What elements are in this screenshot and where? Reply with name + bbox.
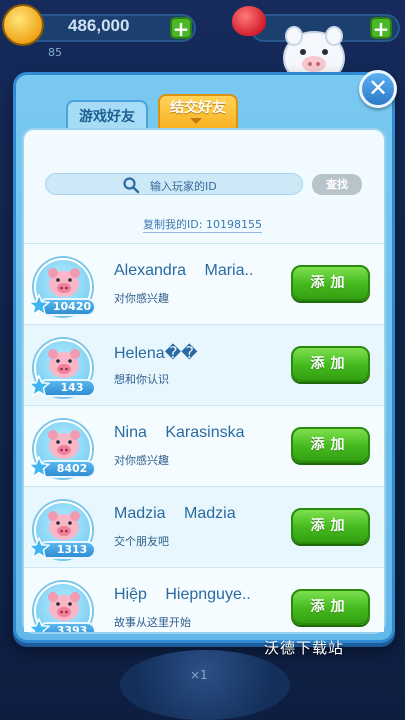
watermark: 沃德下载站 bbox=[264, 639, 345, 657]
player-name: Helena�� bbox=[114, 345, 198, 362]
find-button[interactable]: 查找 bbox=[312, 174, 362, 195]
tab-selected-arrow-icon bbox=[190, 118, 202, 124]
copy-my-id-link[interactable]: 复制我的ID: 10198155 bbox=[143, 218, 262, 233]
player-name: Hiệp Hiepnguye.. bbox=[114, 586, 251, 603]
player-row: 3393 Hiệp Hiepnguye.. 故事从这里开始 添加 bbox=[24, 567, 384, 632]
add-gems-button[interactable]: + bbox=[370, 17, 392, 40]
player-row: 8402 Nina Karasinska 对你感兴趣 添加 bbox=[24, 405, 384, 485]
coin-value: 486,000 bbox=[68, 16, 130, 35]
player-row: 10420 Alexandra Maria.. 对你感兴趣 添加 bbox=[24, 243, 384, 323]
add-friend-button[interactable]: 添加 bbox=[291, 508, 370, 544]
tab-game-friends[interactable]: 游戏好友 bbox=[66, 100, 148, 130]
player-status: 想和你认识 bbox=[114, 373, 169, 386]
player-status: 对你感兴趣 bbox=[114, 454, 169, 467]
star-icon bbox=[28, 375, 50, 397]
add-friend-button[interactable]: 添加 bbox=[291, 346, 370, 382]
coin-icon bbox=[2, 4, 44, 46]
player-status: 对你感兴趣 bbox=[114, 292, 169, 305]
player-row: 143 Helena�� 想和你认识 添加 bbox=[24, 324, 384, 404]
star-icon bbox=[28, 537, 50, 559]
player-status: 故事从这里开始 bbox=[114, 616, 191, 629]
multiplier-label: ×1 bbox=[190, 668, 208, 682]
add-coins-button[interactable]: + bbox=[170, 17, 192, 40]
tab-make-friends[interactable]: 结交好友 bbox=[158, 94, 238, 130]
add-friend-button[interactable]: 添加 bbox=[291, 427, 370, 463]
player-name: Nina Karasinska bbox=[114, 424, 245, 441]
player-name: Madzia Madzia bbox=[114, 505, 236, 522]
search-placeholder: 输入玩家的ID bbox=[150, 180, 217, 193]
add-friend-button[interactable]: 添加 bbox=[291, 589, 370, 625]
player-name: Alexandra Maria.. bbox=[114, 262, 254, 279]
pig-avatar-icon bbox=[48, 511, 80, 540]
star-icon bbox=[28, 456, 50, 478]
player-row: 1313 Madzia Madzia 交个朋友吧 添加 bbox=[24, 486, 384, 566]
close-button[interactable]: ✕ bbox=[359, 70, 397, 108]
player-list: 10420 Alexandra Maria.. 对你感兴趣 添加 143 Hel… bbox=[24, 243, 384, 632]
hud-sub-value: 85 bbox=[48, 46, 62, 59]
pig-avatar-icon bbox=[48, 592, 80, 621]
search-icon bbox=[123, 177, 140, 194]
add-friend-button[interactable]: 添加 bbox=[291, 265, 370, 301]
gem-icon bbox=[232, 6, 266, 36]
player-status: 交个朋友吧 bbox=[114, 535, 169, 548]
pig-avatar-icon bbox=[48, 430, 80, 459]
star-icon bbox=[28, 294, 50, 316]
pig-avatar-icon bbox=[48, 268, 80, 297]
pig-avatar-icon bbox=[48, 349, 80, 378]
star-icon bbox=[28, 618, 50, 632]
bottom-decoration bbox=[120, 650, 290, 720]
